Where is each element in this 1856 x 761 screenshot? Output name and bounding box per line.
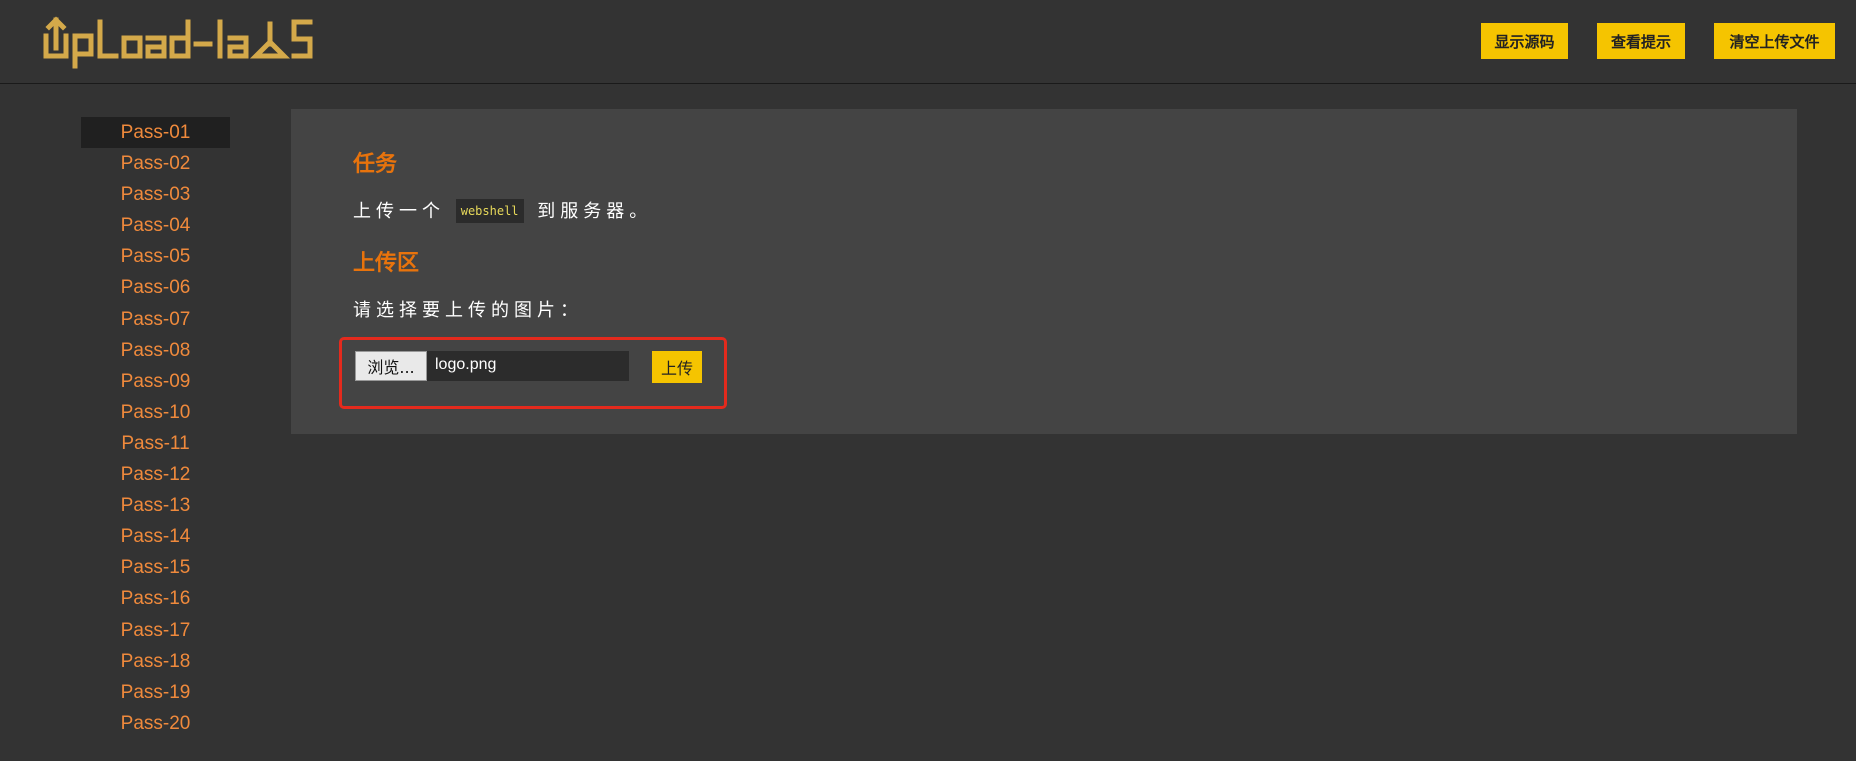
upload-area-heading: 上传区 [353, 251, 420, 276]
pass-sidebar: Pass-01 Pass-02 Pass-03 Pass-04 Pass-05 … [81, 117, 230, 739]
sidebar-item-pass-09[interactable]: Pass-09 [81, 366, 230, 397]
sidebar-item-pass-13[interactable]: Pass-13 [81, 490, 230, 521]
clear-uploads-button[interactable]: 清空上传文件 [1714, 23, 1835, 59]
webshell-code: webshell [455, 199, 524, 223]
upload-submit-button[interactable]: 上传 [652, 351, 702, 383]
task-text-after: 到服务器。 [537, 201, 653, 222]
upload-form-highlight: 浏览... logo.png 上传 [339, 337, 727, 409]
view-hint-button[interactable]: 查看提示 [1597, 23, 1685, 59]
sidebar-item-pass-01[interactable]: Pass-01 [81, 117, 230, 149]
upload-prompt: 请选择要上传的图片： [353, 300, 583, 321]
top-header: 显示源码 查看提示 清空上传文件 [0, 0, 1856, 84]
sidebar-item-pass-15[interactable]: Pass-15 [81, 552, 230, 583]
sidebar-item-pass-06[interactable]: Pass-06 [81, 272, 230, 303]
selected-file-name: logo.png [435, 356, 497, 373]
sidebar-item-pass-18[interactable]: Pass-18 [81, 646, 230, 677]
sidebar-item-pass-20[interactable]: Pass-20 [81, 708, 230, 739]
sidebar-item-pass-04[interactable]: Pass-04 [81, 210, 230, 241]
file-input[interactable]: 浏览... logo.png [355, 351, 629, 381]
sidebar-item-pass-11[interactable]: Pass-11 [81, 428, 230, 459]
sidebar-item-pass-16[interactable]: Pass-16 [81, 583, 230, 614]
sidebar-item-pass-02[interactable]: Pass-02 [81, 148, 230, 179]
sidebar-item-pass-19[interactable]: Pass-19 [81, 677, 230, 708]
sidebar-item-pass-10[interactable]: Pass-10 [81, 397, 230, 428]
show-source-button[interactable]: 显示源码 [1481, 23, 1568, 59]
sidebar-item-pass-12[interactable]: Pass-12 [81, 459, 230, 490]
sidebar-item-pass-17[interactable]: Pass-17 [81, 615, 230, 646]
browse-button[interactable]: 浏览... [355, 351, 427, 381]
upload-labs-logo[interactable] [42, 14, 328, 72]
sidebar-item-pass-03[interactable]: Pass-03 [81, 179, 230, 210]
sidebar-item-pass-05[interactable]: Pass-05 [81, 241, 230, 272]
task-description: 上传一个 webshell 到服务器。 [353, 197, 652, 223]
sidebar-item-pass-07[interactable]: Pass-07 [81, 304, 230, 335]
sidebar-item-pass-08[interactable]: Pass-08 [81, 335, 230, 366]
sidebar-item-pass-14[interactable]: Pass-14 [81, 521, 230, 552]
content-panel: 任务 上传一个 webshell 到服务器。 上传区 请选择要上传的图片： 浏览… [291, 109, 1797, 434]
task-heading: 任务 [353, 152, 398, 177]
task-text-before: 上传一个 [353, 201, 445, 222]
